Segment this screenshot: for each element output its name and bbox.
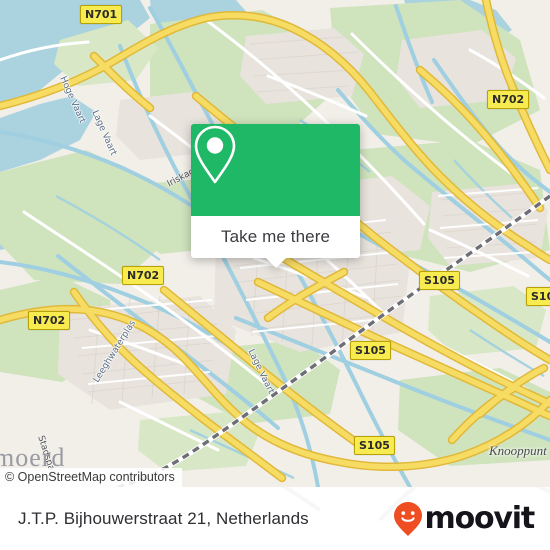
map-canvas[interactable]: N701 N702 N702 N702 S105 S105 S105 S105 … <box>0 0 550 487</box>
map-attribution[interactable]: © OpenStreetMap contributors <box>0 468 182 487</box>
moovit-pin-smiley-icon <box>393 501 422 536</box>
road-shield-s105[interactable]: S105 <box>350 341 391 360</box>
footer-content: J.T.P. Bijhouwerstraat 21, Netherlands m… <box>0 487 550 550</box>
road-shield-n702[interactable]: N702 <box>122 266 165 285</box>
road-shield-n702[interactable]: N702 <box>28 311 71 330</box>
road-shield-n702[interactable]: N702 <box>487 90 530 109</box>
road-shield-n701[interactable]: N701 <box>80 5 123 24</box>
destination-popup-card[interactable]: Take me there <box>191 124 360 268</box>
take-me-there-button[interactable]: Take me there <box>191 216 360 268</box>
location-pin-icon <box>194 125 236 184</box>
location-title: J.T.P. Bijhouwerstraat 21, Netherlands <box>18 508 309 528</box>
popup-pointer-tail <box>264 257 287 268</box>
take-me-there-label: Take me there <box>220 227 331 246</box>
road-shield-s105[interactable]: S105 <box>526 287 550 306</box>
road-shield-s105[interactable]: S105 <box>419 271 460 290</box>
map-screenshot-root: N701 N702 N702 N702 S105 S105 S105 S105 … <box>0 0 550 550</box>
moovit-logo[interactable]: moovit <box>393 500 536 537</box>
road-shield-s105[interactable]: S105 <box>354 436 395 455</box>
moovit-wordmark: moovit <box>424 500 536 536</box>
popup-pin-area <box>191 124 360 216</box>
footer-bar: J.T.P. Bijhouwerstraat 21, Netherlands m… <box>0 487 550 550</box>
